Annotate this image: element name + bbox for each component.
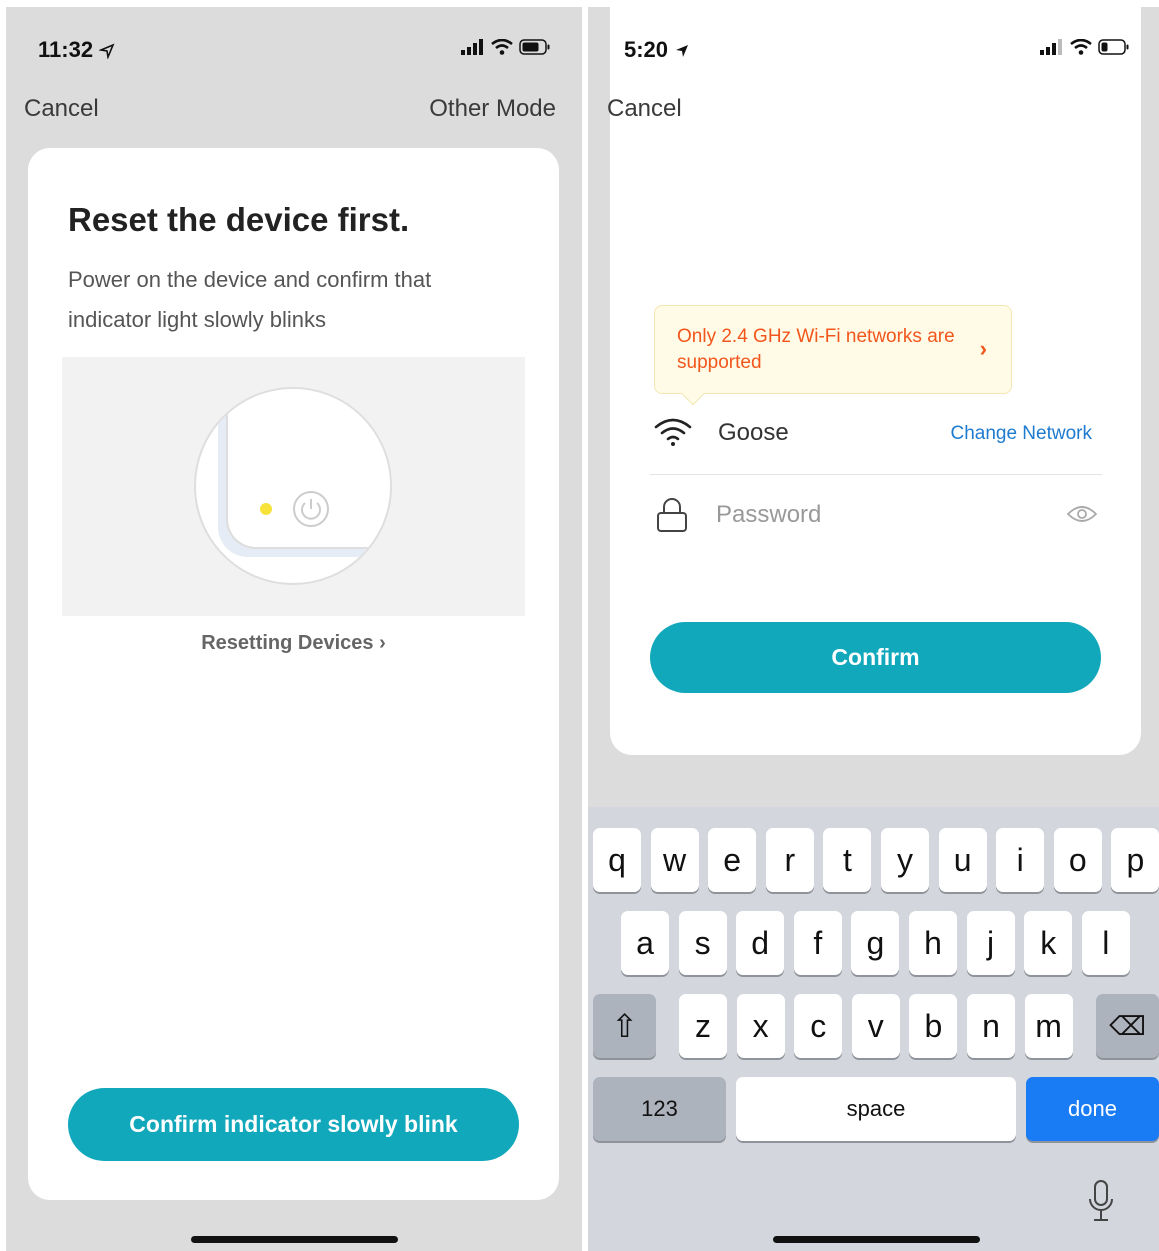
indicator-light-icon	[260, 503, 272, 515]
wifi-icon	[654, 418, 692, 446]
wifi-status-icon	[1070, 39, 1092, 55]
left-phone-screen: 11:32 Cancel Other Mode Reset the device…	[6, 7, 582, 1251]
illustration-circle	[194, 387, 392, 585]
battery-icon	[519, 39, 550, 55]
key-s[interactable]: s	[678, 911, 727, 975]
network-row: Goose Change Network	[650, 405, 1102, 475]
eye-icon[interactable]	[1066, 503, 1098, 525]
status-time-text: 5:20	[624, 37, 669, 62]
location-arrow-icon	[98, 43, 115, 61]
key-o[interactable]: o	[1053, 828, 1102, 892]
keyboard: qwertyuiop asdfghjkl zxcvbnm ⇧ ⌫ 123 spa…	[588, 807, 1159, 1251]
lock-icon	[657, 498, 687, 532]
status-time: 11:32	[38, 37, 115, 63]
key-w[interactable]: w	[650, 828, 699, 892]
tip-pointer	[681, 382, 705, 406]
key-b[interactable]: b	[909, 994, 958, 1058]
key-n[interactable]: n	[967, 994, 1015, 1058]
change-network-link[interactable]: Change Network	[950, 423, 1092, 445]
key-a[interactable]: a	[621, 911, 669, 975]
key-q[interactable]: q	[593, 828, 641, 892]
confirm-indicator-button[interactable]: Confirm indicator slowly blink	[68, 1088, 519, 1161]
reset-card: Reset the device first. Power on the dev…	[28, 148, 559, 1200]
key-u[interactable]: u	[938, 828, 987, 892]
key-h[interactable]: h	[909, 911, 957, 975]
wifi-tip-banner[interactable]: Only 2.4 GHz Wi-Fi networks are supporte…	[654, 305, 1012, 406]
key-c[interactable]: c	[794, 994, 843, 1058]
key-v[interactable]: v	[851, 994, 900, 1058]
signal-icon	[461, 39, 483, 55]
chevron-right-icon: ›	[979, 336, 987, 361]
space-key[interactable]: space	[736, 1077, 1016, 1141]
device-illustration	[62, 357, 525, 616]
home-indicator	[191, 1236, 398, 1243]
network-name: Goose	[718, 419, 789, 446]
home-indicator	[773, 1236, 980, 1243]
wifi-tip-text: Only 2.4 GHz Wi-Fi networks are supporte…	[677, 326, 955, 373]
backspace-key[interactable]: ⌫	[1096, 994, 1159, 1058]
password-row	[650, 485, 1102, 555]
numbers-key[interactable]: 123	[593, 1077, 726, 1141]
wifi-status-icon	[491, 39, 513, 55]
location-arrow-icon	[676, 45, 689, 58]
status-icons	[1040, 39, 1130, 55]
key-e[interactable]: e	[708, 828, 757, 892]
key-x[interactable]: x	[736, 994, 785, 1058]
status-icons	[461, 39, 551, 55]
status-time-text: 11:32	[38, 37, 94, 62]
confirm-button[interactable]: Confirm	[650, 622, 1101, 693]
cancel-button[interactable]: Cancel	[607, 95, 682, 123]
key-k[interactable]: k	[1024, 911, 1073, 975]
wifi-card: Only 2.4 GHz Wi-Fi networks are supporte…	[610, 7, 1141, 755]
right-phone-screen: Only 2.4 GHz Wi-Fi networks are supporte…	[588, 7, 1159, 1251]
battery-icon	[1098, 39, 1129, 55]
key-p[interactable]: p	[1111, 828, 1159, 892]
key-z[interactable]: z	[679, 994, 727, 1058]
key-l[interactable]: l	[1081, 911, 1130, 975]
reset-description: Power on the device and confirm that ind…	[68, 267, 432, 332]
key-i[interactable]: i	[996, 828, 1045, 892]
key-j[interactable]: j	[966, 911, 1015, 975]
shift-key[interactable]: ⇧	[593, 994, 656, 1058]
done-key[interactable]: done	[1026, 1077, 1159, 1141]
key-g[interactable]: g	[851, 911, 900, 975]
key-y[interactable]: y	[881, 828, 929, 892]
key-m[interactable]: m	[1024, 994, 1073, 1058]
signal-icon	[1040, 39, 1062, 55]
password-input[interactable]	[716, 493, 1046, 537]
status-time: 5:20	[624, 37, 690, 63]
screenshot-root: 11:32 Cancel Other Mode Reset the device…	[0, 0, 1159, 1251]
key-r[interactable]: r	[765, 828, 814, 892]
resetting-devices-link[interactable]: Resetting Devices ›	[28, 632, 559, 655]
page-title: Reset the device first.	[68, 201, 410, 238]
key-f[interactable]: f	[793, 911, 842, 975]
key-t[interactable]: t	[823, 828, 872, 892]
other-mode-button[interactable]: Other Mode	[429, 95, 556, 123]
microphone-icon[interactable]	[1086, 1179, 1116, 1223]
power-button-icon	[293, 491, 329, 527]
key-d[interactable]: d	[736, 911, 785, 975]
cancel-button[interactable]: Cancel	[24, 95, 99, 123]
